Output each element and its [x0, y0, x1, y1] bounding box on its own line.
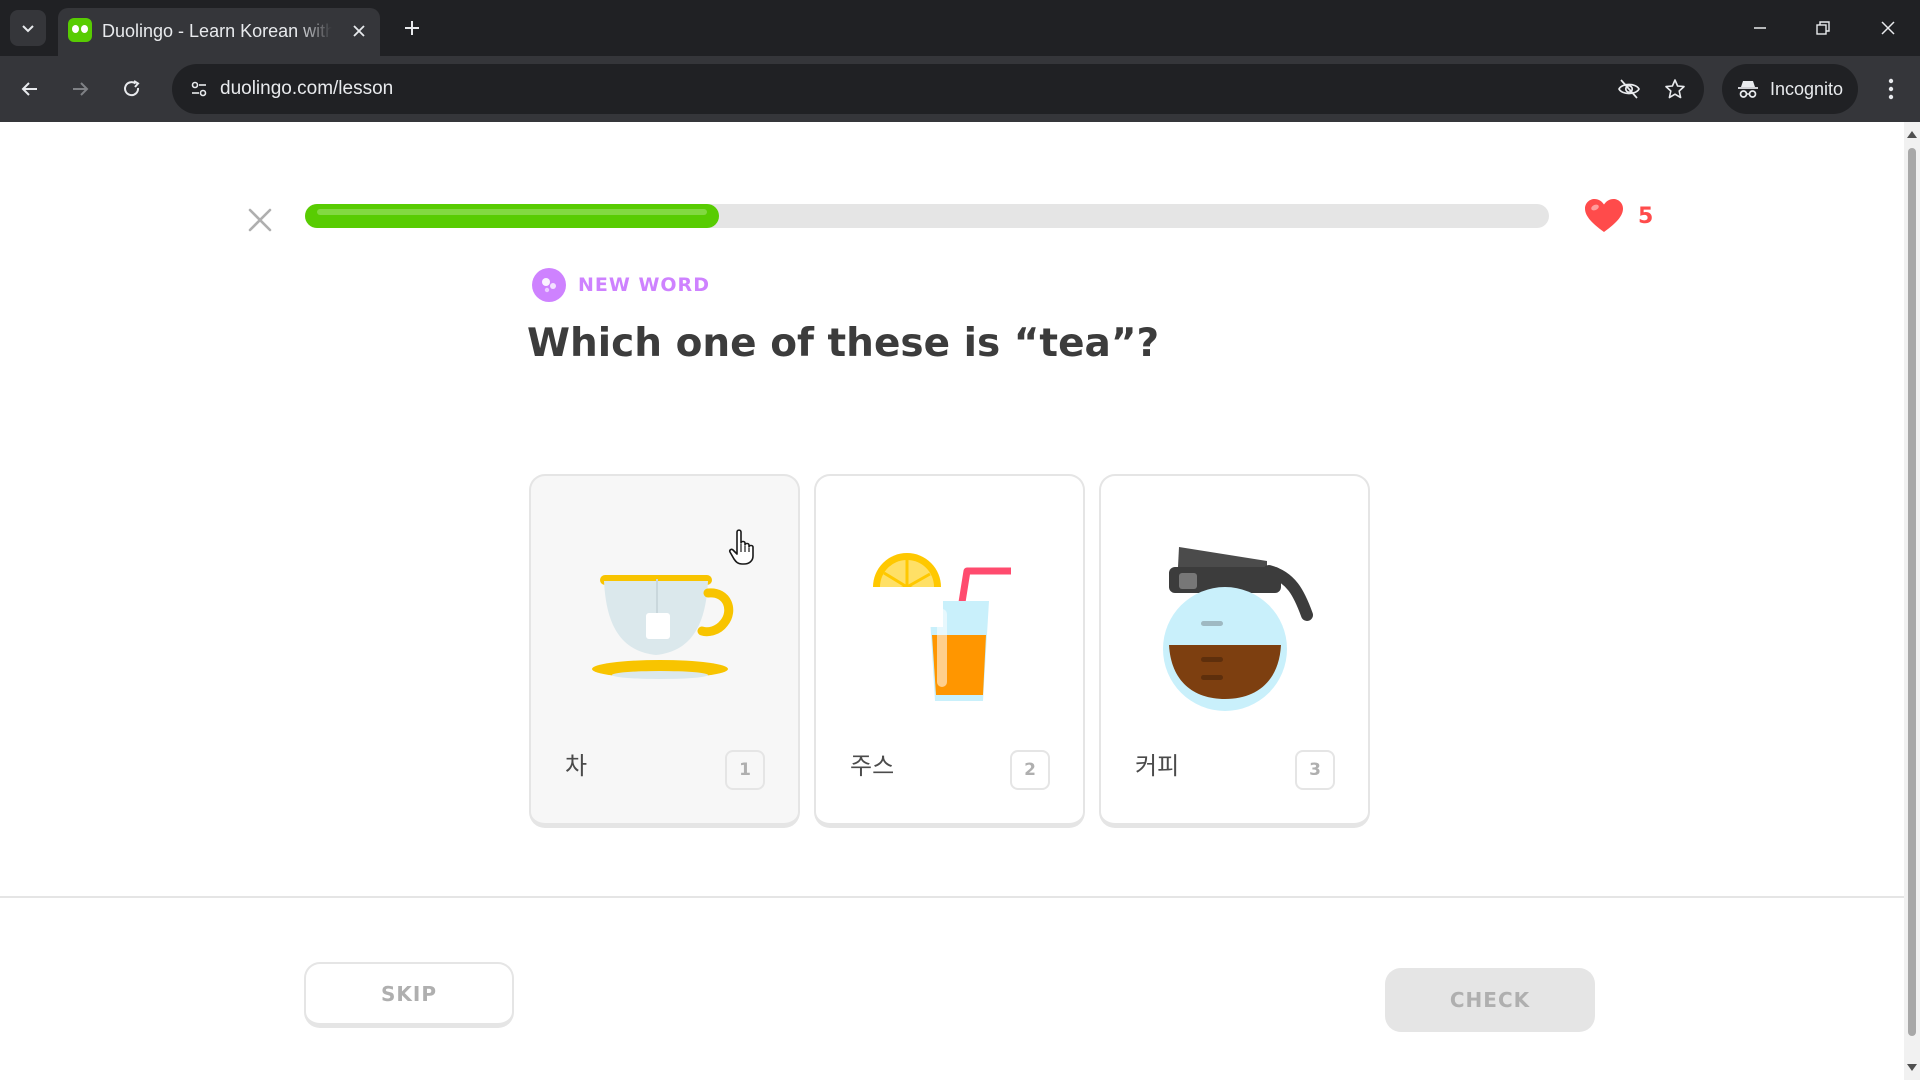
incognito-indicator[interactable]: Incognito [1722, 64, 1858, 114]
page-scrollbar[interactable] [1904, 122, 1920, 1080]
choice-shortcut-key: 1 [725, 750, 765, 790]
badge-label: NEW WORD [578, 274, 710, 296]
new-word-icon [532, 268, 566, 302]
new-tab-button[interactable] [396, 12, 428, 44]
minimize-button[interactable] [1736, 8, 1784, 48]
new-word-badge: NEW WORD [532, 268, 710, 302]
site-info-icon [191, 81, 207, 97]
tab-close-button[interactable] [348, 20, 370, 42]
coffee-pot-icon [1131, 526, 1341, 716]
tab-search-button[interactable] [10, 10, 46, 46]
incognito-icon [1738, 81, 1758, 98]
minimize-icon [1754, 27, 1766, 29]
lesson-page: 5 NEW WORD Which one of these is “tea”? [0, 122, 1904, 1080]
lesson-progress-bar [305, 204, 1549, 228]
reload-button[interactable] [112, 69, 152, 109]
choice-shortcut-key: 3 [1295, 750, 1335, 790]
more-vert-icon [1888, 78, 1894, 100]
browser-tab[interactable]: Duolingo - Learn Korean with lessons [58, 8, 380, 56]
scrollbar-thumb[interactable] [1908, 148, 1916, 1036]
lesson-progress-fill [305, 204, 720, 228]
footer-divider [0, 896, 1904, 898]
bookmark-button[interactable] [1660, 74, 1690, 104]
address-bar[interactable]: duolingo.com/lesson [172, 64, 1704, 114]
hand-cursor-icon [728, 529, 754, 565]
choice-text: 차 [565, 752, 588, 780]
chevron-down-icon [22, 25, 34, 33]
quit-lesson-button[interactable] [242, 202, 278, 238]
forward-arrow-icon [73, 82, 89, 96]
choice-card[interactable]: 주스 2 [814, 474, 1085, 828]
hearts-count: 5 [1638, 203, 1654, 229]
plus-icon [405, 21, 419, 35]
choice-list: 차 1 주스 2 커피 3 [529, 474, 1370, 828]
tracking-protection-button[interactable] [1614, 74, 1644, 104]
forward-button[interactable] [60, 69, 100, 109]
choice-card[interactable]: 차 1 [529, 474, 800, 828]
restore-icon [1816, 21, 1830, 35]
question-text: Which one of these is “tea”? [527, 321, 1160, 366]
choice-text: 주스 [850, 752, 895, 780]
incognito-label: Incognito [1770, 79, 1844, 99]
eye-off-icon [1618, 79, 1640, 99]
check-button[interactable]: CHECK [1385, 968, 1595, 1032]
back-button[interactable] [10, 69, 50, 109]
close-icon [353, 25, 365, 37]
duolingo-favicon-icon [68, 18, 92, 42]
star-icon [1665, 79, 1685, 99]
choice-shortcut-key: 2 [1010, 750, 1050, 790]
reload-icon [124, 80, 140, 97]
heart-icon [1585, 199, 1623, 232]
back-arrow-icon [21, 82, 37, 96]
url-text: duolingo.com/lesson [220, 78, 394, 99]
restore-button[interactable] [1799, 8, 1847, 48]
site-info-button[interactable] [184, 74, 214, 104]
close-window-icon [1881, 21, 1895, 35]
hearts-counter[interactable]: 5 [1584, 196, 1653, 236]
close-window-button[interactable] [1864, 8, 1912, 48]
browser-toolbar: duolingo.com/lesson Incognito [0, 56, 1920, 122]
juice-glass-icon [846, 526, 1056, 716]
scroll-up-icon[interactable] [1907, 130, 1917, 138]
browser-tab-strip: Duolingo - Learn Korean with lessons [0, 0, 1920, 56]
close-icon [248, 208, 272, 232]
choice-card[interactable]: 커피 3 [1099, 474, 1370, 828]
choice-text: 커피 [1135, 752, 1180, 780]
scroll-down-icon[interactable] [1907, 1064, 1917, 1072]
tab-title: Duolingo - Learn Korean with lessons [102, 21, 332, 41]
browser-menu-button[interactable] [1876, 69, 1906, 109]
skip-button[interactable]: SKIP [304, 962, 514, 1028]
